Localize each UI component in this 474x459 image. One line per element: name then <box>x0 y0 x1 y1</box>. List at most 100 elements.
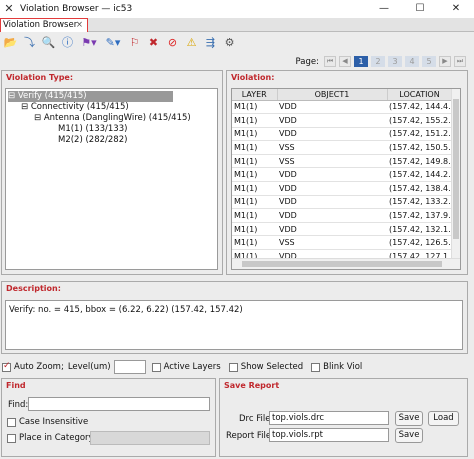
table-row[interactable]: M1(1) VDD (157.42, 133.2... <box>232 195 452 210</box>
table-cell: VDD <box>277 195 387 210</box>
level-input[interactable] <box>113 360 146 374</box>
report-file-input[interactable]: top.viols.rpt <box>269 428 389 442</box>
table-cell: M1(1) <box>232 167 277 183</box>
violation-title: Violation: <box>231 73 275 82</box>
load-icon[interactable]: ⤵ <box>21 35 38 51</box>
export-icon[interactable]: ⇶ <box>202 35 219 51</box>
page-3[interactable]: 3 <box>388 56 402 67</box>
tab-close-icon[interactable]: × <box>76 19 83 31</box>
table-cell: (157.42, 137.9... <box>387 208 452 223</box>
gear-icon[interactable]: ⚙ <box>221 35 238 51</box>
table-cell: M1(1) <box>232 140 277 155</box>
table-row[interactable]: M1(1) VDD (157.42, 155.2... <box>232 113 452 128</box>
highlight-dropdown-icon[interactable]: ✎▾ <box>102 35 124 51</box>
drc-save-button[interactable]: Save <box>395 411 423 426</box>
table-cell: VDD <box>277 167 387 183</box>
show-selected-label: Show Selected <box>240 362 304 372</box>
table-row[interactable]: M1(1) VSS (157.42, 126.5... <box>232 235 452 251</box>
horizontal-scroll-thumb[interactable] <box>242 261 442 267</box>
table-cell: (157.42, 133.2... <box>387 195 452 210</box>
tree-node-m1[interactable]: M1(1) (133/133) <box>58 124 127 135</box>
column-header-location[interactable]: LOCATION <box>387 89 453 101</box>
column-header-layer[interactable]: LAYER <box>232 89 278 101</box>
table-cell: (157.42, 150.5... <box>387 140 452 155</box>
table-cell: VDD <box>277 113 387 128</box>
table-row[interactable]: M1(1) VDD (157.42, 151.2... <box>232 127 452 142</box>
table-cell: M1(1) <box>232 100 277 115</box>
warning-icon[interactable]: ⚠ <box>183 35 200 51</box>
vertical-scrollbar[interactable] <box>451 89 460 259</box>
close-window-icon[interactable]: ✕ <box>438 0 474 18</box>
page-5[interactable]: 5 <box>422 56 436 67</box>
drc-file-input[interactable]: top.viols.drc <box>269 411 389 425</box>
page-2[interactable]: 2 <box>371 56 385 67</box>
table-cell: M1(1) <box>232 113 277 128</box>
delete-icon[interactable]: ✖ <box>145 35 162 51</box>
table-row[interactable]: M1(1) VSS (157.42, 150.5... <box>232 140 452 155</box>
pager: Page: ⏮ ◀ 1 2 3 4 5 ▶ ⏭ <box>296 56 466 67</box>
auto-zoom-label: Auto Zoom; <box>14 362 64 372</box>
title-bar: ✕ Violation Browser — ic53 — ☐ ✕ <box>0 0 474 18</box>
table-row[interactable]: M1(1) VDD (157.42, 144.2... <box>232 167 452 183</box>
window-title: Violation Browser — ic53 <box>20 4 133 14</box>
tree-node-m2[interactable]: M2(2) (282/282) <box>58 135 127 146</box>
tree-node-antenna[interactable]: ⊟ Antenna (DanglingWire) (415/415) <box>34 113 191 124</box>
table-cell: VSS <box>277 140 387 155</box>
table-cell: (157.42, 138.4... <box>387 181 452 196</box>
case-insensitive-checkbox[interactable] <box>7 418 16 427</box>
table-row[interactable]: M1(1) VDD (157.42, 144.4... <box>232 100 452 115</box>
column-header-object1[interactable]: OBJECT1 <box>277 89 388 101</box>
active-layers-label: Active Layers <box>163 362 221 372</box>
tree-node-connectivity[interactable]: ⊟ Connectivity (415/415) <box>21 102 129 113</box>
page-1[interactable]: 1 <box>354 56 368 67</box>
minimize-icon[interactable]: — <box>366 0 402 18</box>
place-in-category-checkbox[interactable] <box>7 434 16 443</box>
first-page-icon[interactable]: ⏮ <box>324 56 336 67</box>
table-cell: VSS <box>277 235 387 251</box>
horizontal-scrollbar[interactable] <box>232 258 460 269</box>
blink-viol-checkbox[interactable] <box>311 362 321 372</box>
find-label: Find: <box>8 400 29 410</box>
auto-zoom-checkbox[interactable] <box>2 361 11 372</box>
prev-page-icon[interactable]: ◀ <box>339 56 351 67</box>
blink-viol-label: Blink Viol <box>323 362 363 372</box>
last-page-icon[interactable]: ⏭ <box>454 56 466 67</box>
marker-dropdown-icon[interactable]: ⚑▾ <box>78 35 100 51</box>
category-select[interactable] <box>90 431 210 445</box>
find-input[interactable] <box>28 397 210 411</box>
violation-type-title: Violation Type: <box>6 73 74 82</box>
page-4[interactable]: 4 <box>405 56 419 67</box>
table-cell: M1(1) <box>232 222 277 237</box>
stop-icon[interactable]: ⊘ <box>164 35 181 51</box>
zoom-icon[interactable]: 🔍 <box>40 35 57 51</box>
page-label: Page: <box>295 56 319 67</box>
tree-node-verify[interactable]: ⊟ Verify (415/415) <box>8 91 173 102</box>
next-page-icon[interactable]: ▶ <box>439 56 451 67</box>
maximize-icon[interactable]: ☐ <box>402 0 438 18</box>
info-icon[interactable]: ⓘ <box>59 35 76 51</box>
table-row[interactable]: M1(1) VSS (157.42, 149.8... <box>232 154 452 169</box>
open-folder-icon[interactable]: 📂 <box>2 35 19 51</box>
table-row[interactable]: M1(1) VDD (157.42, 138.4... <box>232 181 452 196</box>
report-save-button[interactable]: Save <box>395 428 423 443</box>
table-cell: (157.42, 149.8... <box>387 154 452 169</box>
table-cell: VDD <box>277 127 387 142</box>
table-cell: M1(1) <box>232 127 277 142</box>
violation-tree: ⊟ Verify (415/415) ⊟ Connectivity (415/4… <box>5 88 218 270</box>
case-insensitive-label: Case Insensitive <box>19 417 89 427</box>
level-label: Level(um) <box>67 362 111 372</box>
flag-icon[interactable]: ⚐ <box>126 35 143 51</box>
active-layers-checkbox[interactable] <box>151 362 161 372</box>
table-row[interactable]: M1(1) VDD (157.42, 137.9... <box>232 208 452 223</box>
table-cell: (157.42, 155.2... <box>387 113 452 128</box>
tab-violation-browser[interactable]: Violation Browser × <box>0 18 88 32</box>
table-cell: VSS <box>277 154 387 169</box>
show-selected-checkbox[interactable] <box>228 362 238 372</box>
table-row[interactable]: M1(1) VDD (157.42, 132.1... <box>232 222 452 237</box>
toolbar: 📂 ⤵ 🔍 ⓘ ⚑▾ ✎▾ ⚐ ✖ ⊘ ⚠ ⇶ ⚙ <box>0 33 474 53</box>
app-x-icon: ✕ <box>4 2 14 15</box>
vertical-scroll-thumb[interactable] <box>453 99 459 239</box>
options-row: Auto Zoom; Level(um) Active Layers Show … <box>0 360 474 374</box>
table-cell: M1(1) <box>232 195 277 210</box>
drc-load-button[interactable]: Load <box>428 411 459 426</box>
